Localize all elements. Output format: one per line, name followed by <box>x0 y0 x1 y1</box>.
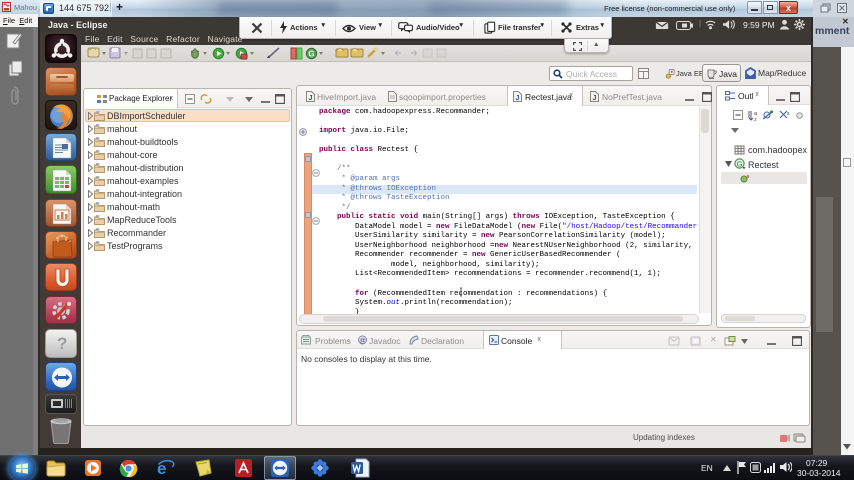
svg-text:G: G <box>308 50 314 59</box>
svg-text:J: J <box>309 95 313 102</box>
svg-text:s: s <box>787 111 790 117</box>
svg-text:J: J <box>516 95 520 102</box>
svg-text:G: G <box>737 159 743 168</box>
svg-text:z: z <box>754 117 757 121</box>
svg-text:@: @ <box>359 338 366 345</box>
svg-text:J: J <box>593 95 597 102</box>
svg-text:s: s <box>747 174 750 180</box>
